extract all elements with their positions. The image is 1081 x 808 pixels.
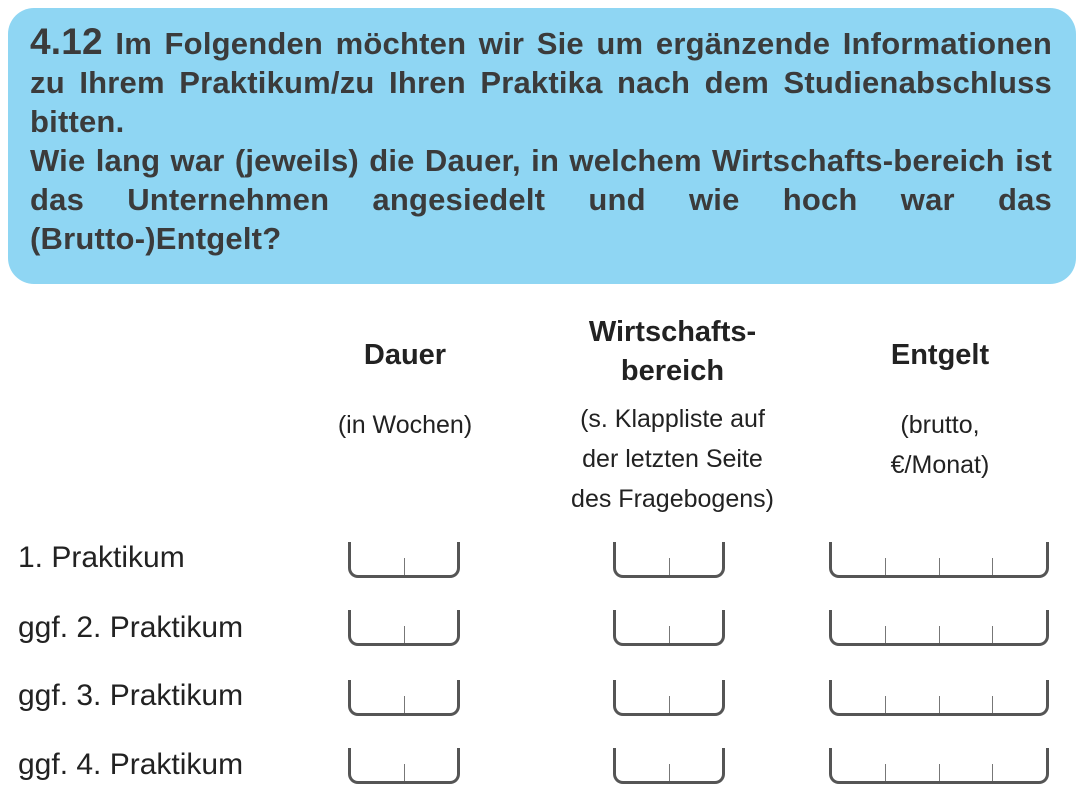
- digit-cell[interactable]: [886, 626, 940, 643]
- row-label-3: ggf. 3. Praktikum: [18, 679, 244, 712]
- column-header-dauer: Dauer (in Wochen): [305, 336, 505, 445]
- digit-cell[interactable]: [832, 696, 886, 713]
- digit-cell[interactable]: [832, 764, 886, 781]
- column-title: Entgelt: [890, 339, 990, 371]
- digit-cell[interactable]: [405, 764, 458, 781]
- column-header-wirtschaftsbereich: Wirtschafts- bereich (s. Klappliste auf …: [540, 313, 805, 519]
- question-box: 4.12 Im Folgenden möchten wir Sie um erg…: [8, 8, 1076, 284]
- column-title: Dauer: [363, 339, 447, 371]
- digit-cell[interactable]: [832, 558, 886, 575]
- digit-cell[interactable]: [832, 626, 886, 643]
- digit-cell[interactable]: [616, 558, 670, 575]
- digit-cell[interactable]: [405, 696, 458, 713]
- column-subtitle: (in Wochen): [337, 411, 473, 439]
- digit-cell[interactable]: [405, 558, 458, 575]
- digit-cell[interactable]: [670, 696, 723, 713]
- entgelt-input-row-4[interactable]: [829, 748, 1049, 784]
- dauer-input-row-1[interactable]: [348, 542, 460, 578]
- entgelt-input-row-1[interactable]: [829, 542, 1049, 578]
- wirtschaftsbereich-input-row-2[interactable]: [613, 610, 725, 646]
- column-subtitle-line2: der letzten Seite: [582, 445, 763, 473]
- digit-cell[interactable]: [670, 626, 723, 643]
- digit-cell[interactable]: [616, 626, 670, 643]
- digit-cell[interactable]: [993, 558, 1046, 575]
- digit-cell[interactable]: [993, 626, 1046, 643]
- dauer-input-row-4[interactable]: [348, 748, 460, 784]
- digit-cell[interactable]: [993, 696, 1046, 713]
- question-text-block: 4.12 Im Folgenden möchten wir Sie um erg…: [30, 22, 1052, 258]
- column-subtitle-line1: (brutto,: [900, 411, 980, 439]
- dauer-input-row-2[interactable]: [348, 610, 460, 646]
- question-number: 4.12: [30, 21, 103, 62]
- row-label-2: ggf. 2. Praktikum: [18, 611, 244, 644]
- digit-cell[interactable]: [940, 558, 994, 575]
- wirtschaftsbereich-input-row-1[interactable]: [613, 542, 725, 578]
- digit-cell[interactable]: [940, 696, 994, 713]
- column-subtitle-line3: des Fragebogens): [571, 485, 774, 513]
- wirtschaftsbereich-input-row-4[interactable]: [613, 748, 725, 784]
- digit-cell[interactable]: [351, 696, 405, 713]
- digit-cell[interactable]: [351, 558, 405, 575]
- column-title-line1: Wirtschafts-: [588, 316, 757, 348]
- digit-cell[interactable]: [616, 764, 670, 781]
- digit-cell[interactable]: [886, 696, 940, 713]
- digit-cell[interactable]: [940, 764, 994, 781]
- digit-cell[interactable]: [886, 764, 940, 781]
- digit-cell[interactable]: [886, 558, 940, 575]
- entgelt-input-row-2[interactable]: [829, 610, 1049, 646]
- digit-cell[interactable]: [351, 626, 405, 643]
- column-subtitle-line1: (s. Klappliste auf: [580, 405, 765, 433]
- digit-cell[interactable]: [993, 764, 1046, 781]
- row-label-1: 1. Praktikum: [18, 541, 185, 574]
- dauer-input-row-3[interactable]: [348, 680, 460, 716]
- digit-cell[interactable]: [670, 558, 723, 575]
- digit-cell[interactable]: [351, 764, 405, 781]
- question-detail: Wie lang war (jeweils) die Dauer, in wel…: [30, 143, 1052, 256]
- column-title-line2: bereich: [620, 355, 725, 387]
- digit-cell[interactable]: [670, 764, 723, 781]
- digit-cell[interactable]: [405, 626, 458, 643]
- column-header-entgelt: Entgelt (brutto, €/Monat): [840, 336, 1040, 485]
- entgelt-input-row-3[interactable]: [829, 680, 1049, 716]
- column-subtitle-line2: €/Monat): [890, 451, 990, 479]
- question-intro: Im Folgenden möchten wir Sie um ergänzen…: [30, 26, 1052, 139]
- row-label-4: ggf. 4. Praktikum: [18, 748, 244, 781]
- digit-cell[interactable]: [940, 626, 994, 643]
- wirtschaftsbereich-input-row-3[interactable]: [613, 680, 725, 716]
- digit-cell[interactable]: [616, 696, 670, 713]
